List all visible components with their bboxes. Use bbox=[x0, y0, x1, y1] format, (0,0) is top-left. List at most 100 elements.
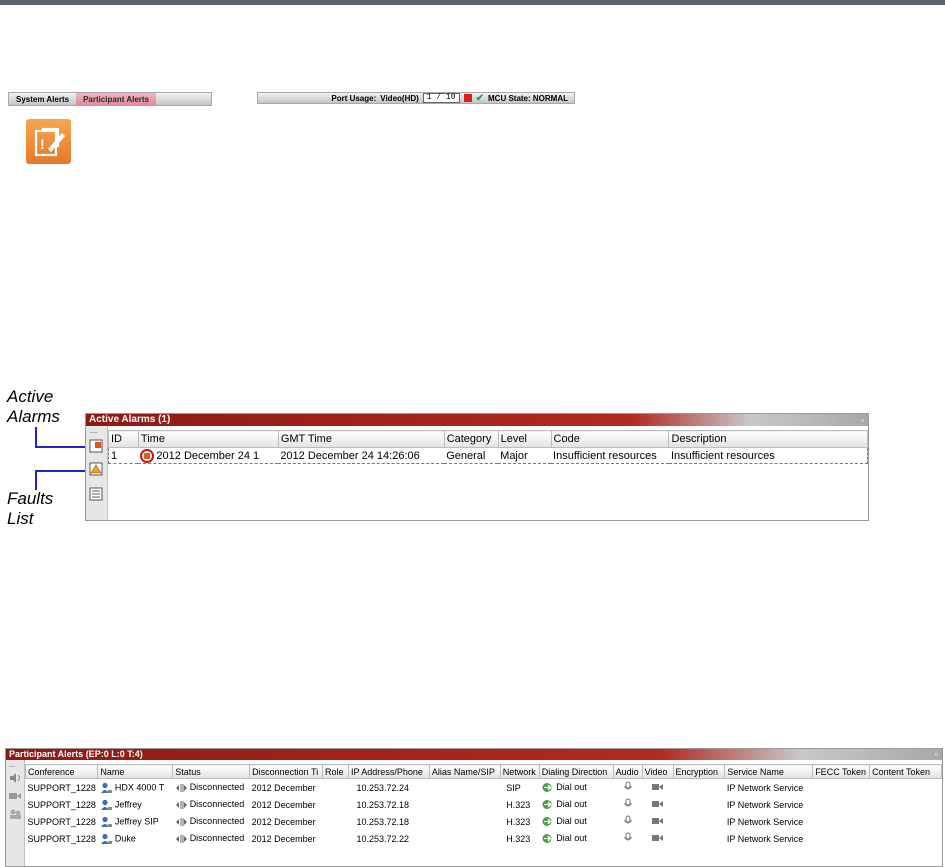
cell-ip-address: 10.253.72.18 bbox=[356, 816, 410, 827]
col-video[interactable]: Video bbox=[641, 764, 674, 779]
dial-out-icon bbox=[542, 834, 552, 844]
col-name[interactable]: Name bbox=[97, 764, 174, 779]
col-id[interactable]: ID bbox=[108, 430, 139, 448]
table-row[interactable]: SUPPORT_1228 HDX 4000 T Disconnected 201… bbox=[26, 779, 942, 797]
participant-icon bbox=[100, 782, 112, 793]
participant-icon bbox=[100, 799, 112, 810]
pin-icon[interactable]: ▫ bbox=[861, 414, 864, 426]
dial-out-icon bbox=[542, 800, 552, 810]
video-camera-icon bbox=[652, 783, 664, 790]
col-alias-name[interactable]: Alias Name/SIP bbox=[428, 764, 501, 779]
cell-alias bbox=[429, 779, 500, 797]
cell-encryption bbox=[673, 813, 725, 830]
cell-audio bbox=[613, 796, 642, 813]
active-alarms-icon[interactable] bbox=[89, 439, 103, 453]
cell-status: Disconnected bbox=[173, 813, 250, 830]
participant-icon bbox=[100, 816, 112, 827]
table-row[interactable]: 1 2012 December 24 1 2012 December 24 14… bbox=[108, 447, 868, 464]
col-encryption[interactable]: Encryption bbox=[672, 764, 726, 779]
col-gmt-time[interactable]: GMT Time bbox=[277, 430, 445, 448]
status-text: Disconnected bbox=[189, 782, 245, 793]
callout-connector bbox=[35, 470, 87, 472]
col-category[interactable]: Category bbox=[443, 430, 499, 448]
cell-ip-address: 10.253.72.18 bbox=[356, 799, 410, 810]
col-role[interactable]: Role bbox=[322, 764, 349, 779]
cell-content-token bbox=[870, 813, 942, 830]
col-disconnection-time[interactable]: Disconnection Ti bbox=[249, 764, 324, 779]
cell-encryption bbox=[673, 830, 725, 847]
faults-list-icon[interactable] bbox=[89, 462, 103, 476]
name-text: HDX 4000 T bbox=[114, 781, 165, 792]
status-text: Disconnected bbox=[189, 833, 245, 844]
audio-alert-icon[interactable] bbox=[8, 772, 22, 786]
grip-icon[interactable]: ····· bbox=[89, 428, 98, 437]
col-ip-address[interactable]: IP Address/Phone bbox=[347, 764, 430, 779]
name-text: Duke bbox=[114, 832, 136, 843]
participants-alert-icon[interactable] bbox=[8, 808, 22, 822]
cell-id: 1 bbox=[108, 447, 139, 464]
callout-connector bbox=[35, 427, 37, 448]
col-network[interactable]: Network bbox=[499, 764, 540, 779]
table-row[interactable]: SUPPORT_1228 Jeffrey Disconnected 2012 D… bbox=[26, 796, 942, 813]
cell-conference: SUPPORT_1228 bbox=[27, 816, 96, 827]
participant-rows: SUPPORT_1228 HDX 4000 T Disconnected 201… bbox=[26, 779, 942, 848]
panel-title-text: Participant Alerts (EP:0 L:0 T:4) bbox=[9, 749, 143, 759]
faults-list-callout: Faults List bbox=[7, 489, 53, 529]
time-text: 2012 December 24 1 bbox=[156, 449, 260, 462]
cell-video bbox=[642, 830, 673, 847]
cell-video bbox=[642, 779, 673, 797]
microphone-icon bbox=[623, 798, 632, 807]
col-content-token[interactable]: Content Token bbox=[869, 764, 942, 779]
col-service-name[interactable]: Service Name bbox=[724, 764, 814, 779]
video-camera-icon bbox=[652, 834, 664, 841]
col-code[interactable]: Code bbox=[550, 430, 670, 448]
svg-text:!: ! bbox=[40, 136, 45, 152]
note-icon: ! bbox=[26, 119, 71, 164]
table-header: ID Time GMT Time Category Level Code Des… bbox=[108, 430, 868, 448]
name-text: Jeffrey bbox=[114, 798, 142, 809]
participant-icon bbox=[100, 833, 112, 844]
cell-fecc-token bbox=[813, 796, 870, 813]
disconnected-icon bbox=[175, 834, 187, 843]
microphone-icon bbox=[623, 781, 632, 790]
grip-icon[interactable]: ···· bbox=[8, 762, 16, 771]
col-dialing-direction[interactable]: Dialing Direction bbox=[538, 764, 614, 779]
cell-disconnection-time: 2012 December bbox=[251, 799, 316, 810]
col-level[interactable]: Level bbox=[497, 430, 552, 448]
port-usage-value: 1 / 10 bbox=[422, 93, 460, 103]
cell-name: Duke bbox=[98, 830, 173, 847]
tab-participant-alerts[interactable]: Participant Alerts bbox=[76, 93, 157, 105]
cell-service-name: IP Network Service bbox=[726, 833, 804, 844]
cell-conference: SUPPORT_1228 bbox=[27, 833, 96, 844]
cell-video bbox=[642, 796, 673, 813]
cell-service-name: IP Network Service bbox=[726, 816, 804, 827]
col-time[interactable]: Time bbox=[137, 430, 279, 448]
active-alarms-panel: Active Alarms (1) ▫ ····· ID Time GMT Ti… bbox=[85, 413, 869, 521]
cell-alias bbox=[429, 830, 500, 847]
participant-alerts-panel: Participant Alerts (EP:0 L:0 T:4) ▫ ····… bbox=[5, 748, 943, 867]
video-camera-icon bbox=[652, 800, 664, 807]
pin-icon[interactable]: ▫ bbox=[935, 749, 938, 760]
callout-line2: List bbox=[7, 509, 34, 528]
col-audio[interactable]: Audio bbox=[612, 764, 643, 779]
col-conference[interactable]: Conference bbox=[24, 764, 99, 779]
port-usage-label: Port Usage: bbox=[331, 93, 377, 103]
col-description[interactable]: Description bbox=[668, 430, 868, 448]
col-status[interactable]: Status bbox=[172, 764, 251, 779]
cell-fecc-token bbox=[813, 813, 870, 830]
status-text: Disconnected bbox=[189, 816, 245, 827]
cell-disconnection-time: 2012 December bbox=[251, 833, 316, 844]
cell-conference: SUPPORT_1228 bbox=[27, 799, 96, 810]
table-row[interactable]: SUPPORT_1228 Jeffrey SIP Disconnected 20… bbox=[26, 813, 942, 830]
cell-role bbox=[323, 830, 349, 847]
table-row[interactable]: SUPPORT_1228 Duke Disconnected 2012 Dece… bbox=[26, 830, 942, 847]
video-alert-icon[interactable] bbox=[8, 790, 22, 804]
log-icon[interactable] bbox=[89, 487, 103, 501]
cell-network: H.323 bbox=[506, 833, 531, 844]
cell-code: Insufficient resources bbox=[551, 447, 669, 464]
participant-alerts-table: Conference Name Status Disconnection Ti … bbox=[24, 764, 942, 848]
cell-name: HDX 4000 T bbox=[98, 779, 173, 797]
tab-system-alerts[interactable]: System Alerts bbox=[9, 93, 76, 105]
col-fecc-token[interactable]: FECC Token bbox=[812, 764, 871, 779]
cell-audio bbox=[613, 779, 642, 797]
